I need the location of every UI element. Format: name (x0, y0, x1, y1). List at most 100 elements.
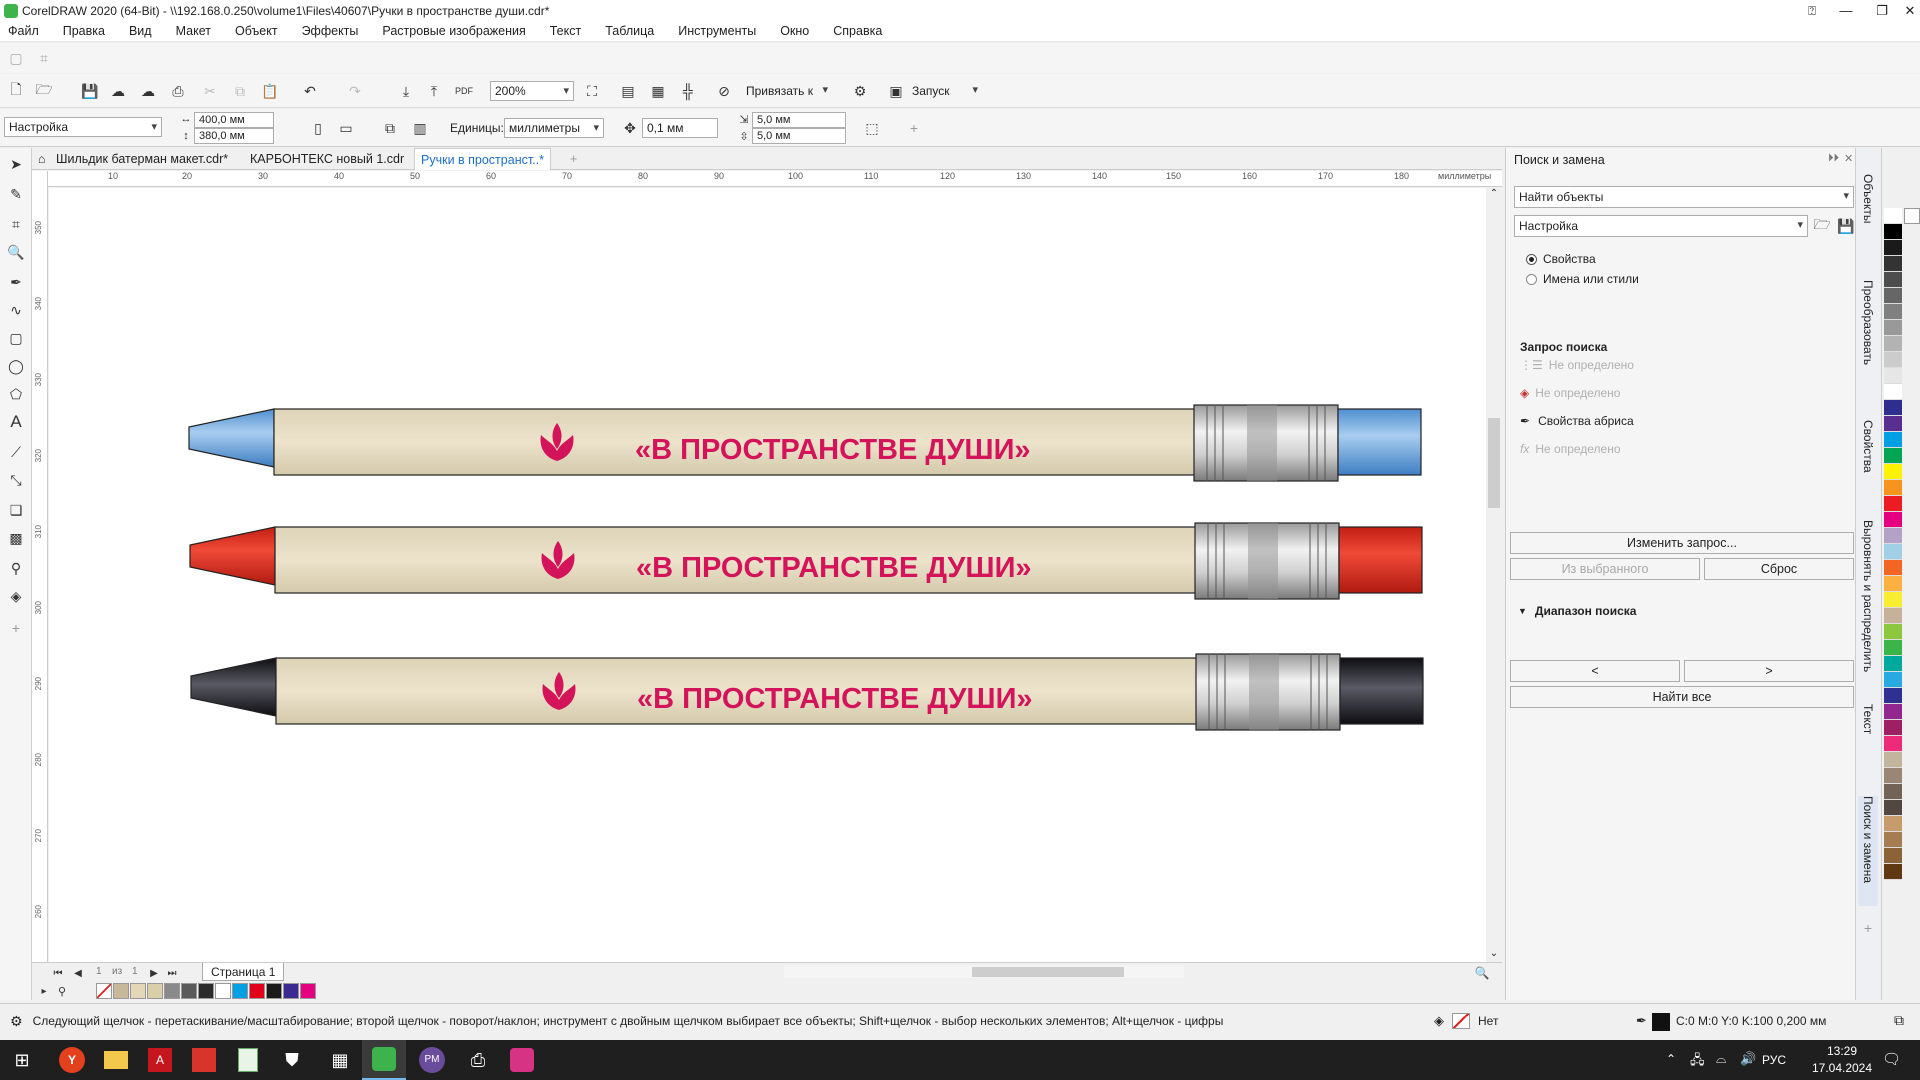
menu-layout[interactable]: Макет (176, 24, 211, 38)
outline-color-swatch[interactable] (1652, 1013, 1670, 1031)
palette-swatch[interactable] (1884, 560, 1902, 576)
palette-swatch[interactable] (1884, 288, 1902, 304)
palette-swatch[interactable] (1884, 448, 1902, 464)
palette-swatch[interactable] (249, 983, 265, 999)
palette-swatch[interactable] (215, 983, 231, 999)
guides-icon[interactable]: ╬ (678, 81, 698, 101)
artistic-media-icon[interactable]: ∿ (6, 300, 26, 320)
copy-icon[interactable]: ⧉ (230, 81, 250, 101)
query-row-2[interactable]: ◈ Не определено (1520, 386, 1620, 400)
tray-network-icon[interactable]: 🖧 (1690, 1051, 1705, 1073)
settings-gear-icon[interactable]: ⚙ (10, 1013, 23, 1030)
palette-swatch[interactable] (1884, 336, 1902, 352)
palette-swatch[interactable] (1884, 784, 1902, 800)
cut-icon[interactable]: ✂ (200, 81, 220, 101)
calculator-icon[interactable]: ▦ (318, 1040, 362, 1080)
palette-swatch[interactable] (113, 983, 129, 999)
palette-swatch[interactable] (1884, 400, 1902, 416)
ruler-vertical[interactable]: 350 340 330 320 310 300 290 280 270 260 (32, 171, 48, 971)
find-next-button[interactable]: > (1684, 660, 1854, 682)
palette-swatch[interactable] (232, 983, 248, 999)
connector-tool-icon[interactable]: ⤡ (6, 470, 26, 490)
palette-swatch[interactable] (1884, 544, 1902, 560)
save-query-icon[interactable]: 💾 (1836, 216, 1856, 236)
query-row-4[interactable]: fx Не определено (1520, 442, 1621, 456)
palette-arrow-icon[interactable]: ▸ (34, 981, 54, 1001)
page-width-input[interactable]: 400,0 мм (194, 112, 274, 128)
menu-view[interactable]: Вид (129, 24, 152, 38)
palette-swatch[interactable] (1884, 368, 1902, 384)
text-tool-icon[interactable]: A (6, 412, 26, 432)
cloud-download-icon[interactable]: ☁ (108, 81, 128, 101)
drop-shadow-tool-icon[interactable]: ❏ (6, 500, 26, 520)
radio-properties[interactable]: Свойства (1526, 252, 1596, 266)
acrobat-icon[interactable]: A (138, 1040, 182, 1080)
snap-to-select[interactable]: Привязать к (746, 81, 832, 101)
landscape-icon[interactable]: ▭ (336, 118, 356, 138)
shape-tool-icon[interactable]: ✎ (6, 184, 26, 204)
tray-language[interactable]: РУС (1762, 1053, 1786, 1067)
tab-doc-3[interactable]: Ручки в пространст..* (414, 148, 551, 170)
panel-expand-icon[interactable]: ⏵⏵ (1828, 152, 1839, 165)
find-mode-select[interactable]: Найти объекты (1514, 186, 1854, 208)
menu-text[interactable]: Текст (550, 24, 581, 38)
ruler-horizontal[interactable]: 10 20 30 40 50 60 70 80 90 100 110 120 1… (46, 171, 1502, 187)
menu-edit[interactable]: Правка (63, 24, 105, 38)
crop-icon[interactable]: ⌗ (34, 48, 54, 68)
new-document-icon[interactable]: 🗋 (6, 81, 26, 101)
page-tab-1[interactable]: Страница 1 (202, 963, 285, 981)
pdf-icon[interactable]: PDF (454, 81, 474, 101)
palette-swatch[interactable] (1884, 496, 1902, 512)
palette-swatch[interactable] (1884, 672, 1902, 688)
zoom-nav-icon[interactable]: 🔍 (1472, 963, 1492, 983)
transparency-tool-icon[interactable]: ▩ (6, 528, 26, 548)
menu-bitmaps[interactable]: Растровые изображения (382, 24, 525, 38)
palette-swatch[interactable] (96, 983, 112, 999)
palette-swatch[interactable] (1884, 736, 1902, 752)
launch-select[interactable]: Запуск (912, 81, 982, 101)
duplicate-x-input[interactable]: 5,0 мм (752, 112, 846, 128)
palette-swatch[interactable] (1884, 688, 1902, 704)
fill-none-swatch[interactable] (1452, 1013, 1470, 1029)
zoom-tool-icon[interactable]: 🔍 (6, 242, 26, 262)
palette-swatch[interactable] (198, 983, 214, 999)
freehand-tool-icon[interactable]: ✒ (6, 272, 26, 292)
palette-swatch[interactable] (1884, 208, 1902, 224)
palette-swatch[interactable] (1884, 256, 1902, 272)
units-select[interactable]: миллиметры (504, 118, 604, 138)
polygon-tool-icon[interactable]: ⬠ (6, 384, 26, 404)
tab-home[interactable]: ⌂ (32, 148, 52, 170)
palette-swatch[interactable] (1884, 752, 1902, 768)
palette-swatch[interactable] (1884, 528, 1902, 544)
page-height-input[interactable]: 380,0 мм (194, 128, 274, 144)
menu-help[interactable]: Справка (833, 24, 882, 38)
palette-swatch[interactable] (147, 983, 163, 999)
all-pages-icon[interactable]: ⧉ (380, 118, 400, 138)
coreldraw-taskbar-icon[interactable] (362, 1040, 406, 1080)
palette-swatch[interactable] (1884, 656, 1902, 672)
palette-swatch[interactable] (1884, 480, 1902, 496)
yandex-browser-icon[interactable]: Y (50, 1040, 94, 1080)
export-icon[interactable]: ⤒ (424, 81, 444, 101)
paste-icon[interactable]: 📋 (260, 81, 280, 101)
palette-swatch[interactable] (1884, 576, 1902, 592)
grid-icon[interactable]: ▦ (648, 81, 668, 101)
dimension-tool-icon[interactable]: ⟋ (6, 442, 26, 462)
tray-date[interactable]: 17.04.2024 (1806, 1061, 1878, 1075)
tray-time[interactable]: 13:29 (1812, 1044, 1872, 1058)
palette-swatch[interactable] (164, 983, 180, 999)
palette-swatch[interactable] (1884, 304, 1902, 320)
palette-swatch[interactable] (1884, 352, 1902, 368)
vtab-align[interactable]: Выровнять и распределить (1858, 520, 1878, 720)
add-icon[interactable]: + (904, 118, 924, 138)
snap-off-icon[interactable]: ⊘ (714, 81, 734, 101)
vtab-properties[interactable]: Свойства (1858, 420, 1878, 500)
printer-app-icon[interactable]: ⎙ (456, 1040, 500, 1080)
current-page-icon[interactable]: ▥ (410, 118, 430, 138)
pm-app-icon[interactable]: PM (410, 1040, 454, 1080)
nudge-distance-input[interactable]: 0,1 мм (642, 118, 718, 138)
redo-icon[interactable]: ↷ (345, 81, 365, 101)
palette-swatch[interactable] (283, 983, 299, 999)
palette-swatch[interactable] (130, 983, 146, 999)
launch-icon[interactable]: ▣ (886, 81, 906, 101)
